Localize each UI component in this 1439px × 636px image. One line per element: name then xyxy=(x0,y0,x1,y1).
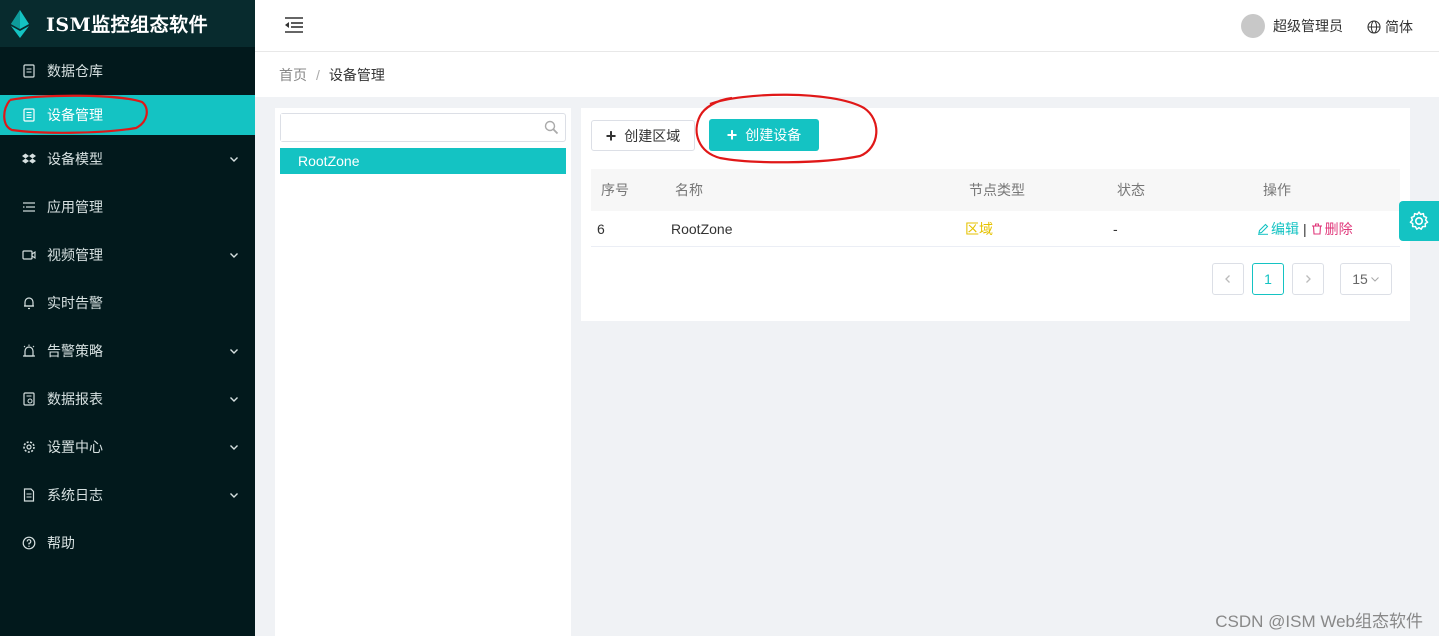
tree-search-box xyxy=(280,113,566,142)
action-separator: | xyxy=(1303,220,1307,237)
plus-icon: + xyxy=(726,125,738,145)
edit-button[interactable]: 编辑 xyxy=(1257,219,1299,239)
app-title: ISM监控组态软件 xyxy=(46,14,209,36)
sidebar-item-system-log[interactable]: 系统日志 xyxy=(0,471,255,519)
breadcrumb: 首页 / 设备管理 xyxy=(255,52,1439,97)
brand: ISM监控组态软件 xyxy=(0,0,255,47)
zone-tree-panel: RootZone xyxy=(275,108,571,636)
create-device-button[interactable]: + 创建设备 xyxy=(709,119,819,151)
cell-name: RootZone xyxy=(671,220,733,237)
sidebar: ISM监控组态软件 数据仓库 设备管理 设备模型 应用管理 视频管理 实时告警 … xyxy=(0,0,255,636)
column-header-status: 状态 xyxy=(1117,182,1145,198)
edit-label: 编辑 xyxy=(1271,220,1299,237)
column-header-node-type: 节点类型 xyxy=(969,182,1025,198)
column-header-name: 名称 xyxy=(675,182,703,198)
chevron-left-icon xyxy=(1225,275,1230,283)
sidebar-item-video-management[interactable]: 视频管理 xyxy=(0,231,255,279)
dropbox-icon xyxy=(22,152,36,166)
watermark: CSDN @ISM Web组态软件 xyxy=(1215,612,1423,631)
delete-button[interactable]: 删除 xyxy=(1311,219,1353,239)
user-name: 超级管理员 xyxy=(1273,18,1343,34)
page-size-select[interactable]: 15 xyxy=(1340,263,1392,295)
device-icon xyxy=(22,108,36,122)
edit-icon xyxy=(1258,223,1269,235)
prev-page-button[interactable] xyxy=(1212,263,1244,295)
help-icon xyxy=(22,536,36,550)
sidebar-menu: 数据仓库 设备管理 设备模型 应用管理 视频管理 实时告警 告警策略 数据报表 … xyxy=(0,47,255,567)
sidebar-item-device-model[interactable]: 设备模型 xyxy=(0,135,255,183)
cell-node-type: 区域 xyxy=(965,220,993,237)
sidebar-item-data-report[interactable]: 数据报表 xyxy=(0,375,255,423)
table-row: 6 RootZone 区域 - 编辑 | 删除 xyxy=(591,211,1400,247)
sidebar-item-device-management[interactable]: 设备管理 xyxy=(0,95,255,135)
user-menu[interactable]: 超级管理员 xyxy=(1241,14,1343,38)
logo-icon xyxy=(11,9,29,38)
tree-search-input[interactable] xyxy=(281,114,531,141)
next-page-button[interactable] xyxy=(1292,263,1324,295)
avatar xyxy=(1241,14,1265,38)
table-header: 序号 名称 节点类型 状态 操作 xyxy=(591,169,1400,211)
sidebar-item-help[interactable]: 帮助 xyxy=(0,519,255,567)
create-zone-label: 创建区域 xyxy=(624,127,681,144)
search-icon[interactable] xyxy=(544,120,559,135)
create-zone-button[interactable]: + 创建区域 xyxy=(591,120,695,151)
sidebar-item-settings-center[interactable]: 设置中心 xyxy=(0,423,255,471)
column-header-actions: 操作 xyxy=(1263,182,1291,198)
database-icon xyxy=(22,64,36,78)
alarm-icon xyxy=(22,344,36,358)
page-number-button[interactable]: 1 xyxy=(1252,263,1284,295)
tree-node-rootzone[interactable]: RootZone xyxy=(280,148,566,174)
trash-icon xyxy=(1311,223,1322,235)
top-header: 超级管理员 简体 xyxy=(255,0,1439,52)
breadcrumb-current: 设备管理 xyxy=(328,66,385,83)
chevron-down-icon xyxy=(230,349,238,354)
device-table: 序号 名称 节点类型 状态 操作 6 RootZone 区域 - 编辑 | 删除 xyxy=(591,169,1400,247)
report-icon xyxy=(22,392,36,406)
sidebar-item-data-warehouse[interactable]: 数据仓库 xyxy=(0,47,255,95)
chevron-down-icon xyxy=(230,253,238,258)
delete-label: 删除 xyxy=(1324,220,1353,237)
chevron-down-icon xyxy=(230,493,238,498)
log-icon xyxy=(22,488,36,502)
globe-icon xyxy=(1367,20,1381,34)
language-switch[interactable]: 简体 xyxy=(1367,17,1413,37)
gear-icon xyxy=(1409,211,1429,230)
gear-icon xyxy=(22,440,36,454)
create-device-label: 创建设备 xyxy=(745,127,802,143)
device-list-panel: + 创建区域 + 创建设备 序号 名称 节点类型 状态 操作 6 RootZon… xyxy=(581,108,1410,321)
cell-status: - xyxy=(1113,220,1118,237)
breadcrumb-home[interactable]: 首页 xyxy=(279,65,307,85)
chevron-down-icon xyxy=(230,445,238,450)
chevron-down-icon xyxy=(230,157,238,162)
pagination: 1 15 xyxy=(1204,263,1392,295)
cell-index: 6 xyxy=(597,220,605,237)
list-icon xyxy=(22,200,36,214)
chevron-down-icon xyxy=(230,397,238,402)
sidebar-item-app-management[interactable]: 应用管理 xyxy=(0,183,255,231)
language-label: 简体 xyxy=(1385,19,1413,35)
cell-actions: 编辑 | 删除 xyxy=(1253,219,1400,239)
video-icon xyxy=(22,248,36,262)
sidebar-item-alarm-policy[interactable]: 告警策略 xyxy=(0,327,255,375)
chevron-down-icon xyxy=(1370,277,1379,282)
menu-fold-icon[interactable] xyxy=(283,15,305,35)
breadcrumb-separator: / xyxy=(316,66,320,83)
bell-icon xyxy=(22,296,36,310)
column-header-index: 序号 xyxy=(601,182,629,198)
sidebar-item-realtime-alarm[interactable]: 实时告警 xyxy=(0,279,255,327)
page-size-value: 15 xyxy=(1352,271,1368,287)
settings-float-button[interactable] xyxy=(1399,201,1439,241)
plus-icon: + xyxy=(605,125,617,146)
chevron-right-icon xyxy=(1306,275,1311,283)
